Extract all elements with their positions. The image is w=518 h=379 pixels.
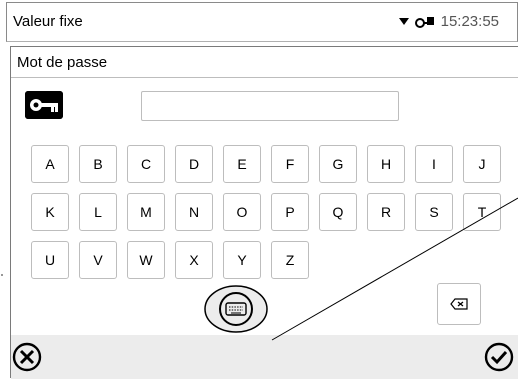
key-lock-icon — [414, 16, 434, 28]
key-w[interactable]: W — [127, 241, 165, 279]
checkmark-icon[interactable] — [483, 341, 515, 373]
key-d[interactable]: D — [175, 145, 213, 183]
key-h[interactable]: H — [367, 145, 405, 183]
key-i[interactable]: I — [415, 145, 453, 183]
key-g[interactable]: G — [319, 145, 357, 183]
key-t[interactable]: T — [463, 193, 501, 231]
backspace-icon — [450, 298, 468, 310]
key-n[interactable]: N — [175, 193, 213, 231]
key-r[interactable]: R — [367, 193, 405, 231]
key-u[interactable]: U — [31, 241, 69, 279]
key-m[interactable]: M — [127, 193, 165, 231]
key-k[interactable]: K — [31, 193, 69, 231]
key-e[interactable]: E — [223, 145, 261, 183]
key-x[interactable]: X — [175, 241, 213, 279]
key-l[interactable]: L — [79, 193, 117, 231]
key-f[interactable]: F — [271, 145, 309, 183]
screen-title: Valeur fixe — [13, 13, 83, 30]
password-input[interactable] — [141, 91, 399, 121]
keyboard-icon[interactable] — [196, 284, 276, 334]
key-c[interactable]: C — [127, 145, 165, 183]
status-right: 15:23:55 — [398, 13, 499, 30]
key-y[interactable]: Y — [223, 241, 261, 279]
dialog-title-bar: Mot de passe — [11, 47, 518, 78]
dialog-title: Mot de passe — [17, 54, 108, 71]
clock-time: 15:23:55 — [440, 13, 499, 30]
bottom-bar — [11, 335, 518, 379]
key-v[interactable]: V — [79, 241, 117, 279]
key-s[interactable]: S — [415, 193, 453, 231]
key-icon — [25, 91, 63, 119]
key-b[interactable]: B — [79, 145, 117, 183]
key-q[interactable]: Q — [319, 193, 357, 231]
triangle-down-icon[interactable] — [398, 17, 409, 26]
key-o[interactable]: O — [223, 193, 261, 231]
backspace-button[interactable] — [437, 283, 481, 325]
key-z[interactable]: Z — [271, 241, 309, 279]
key-a[interactable]: A — [31, 145, 69, 183]
cancel-icon[interactable] — [11, 341, 43, 373]
status-bar: Valeur fixe 15:23:55 — [6, 2, 518, 42]
key-p[interactable]: P — [271, 193, 309, 231]
key-j[interactable]: J — [463, 145, 501, 183]
